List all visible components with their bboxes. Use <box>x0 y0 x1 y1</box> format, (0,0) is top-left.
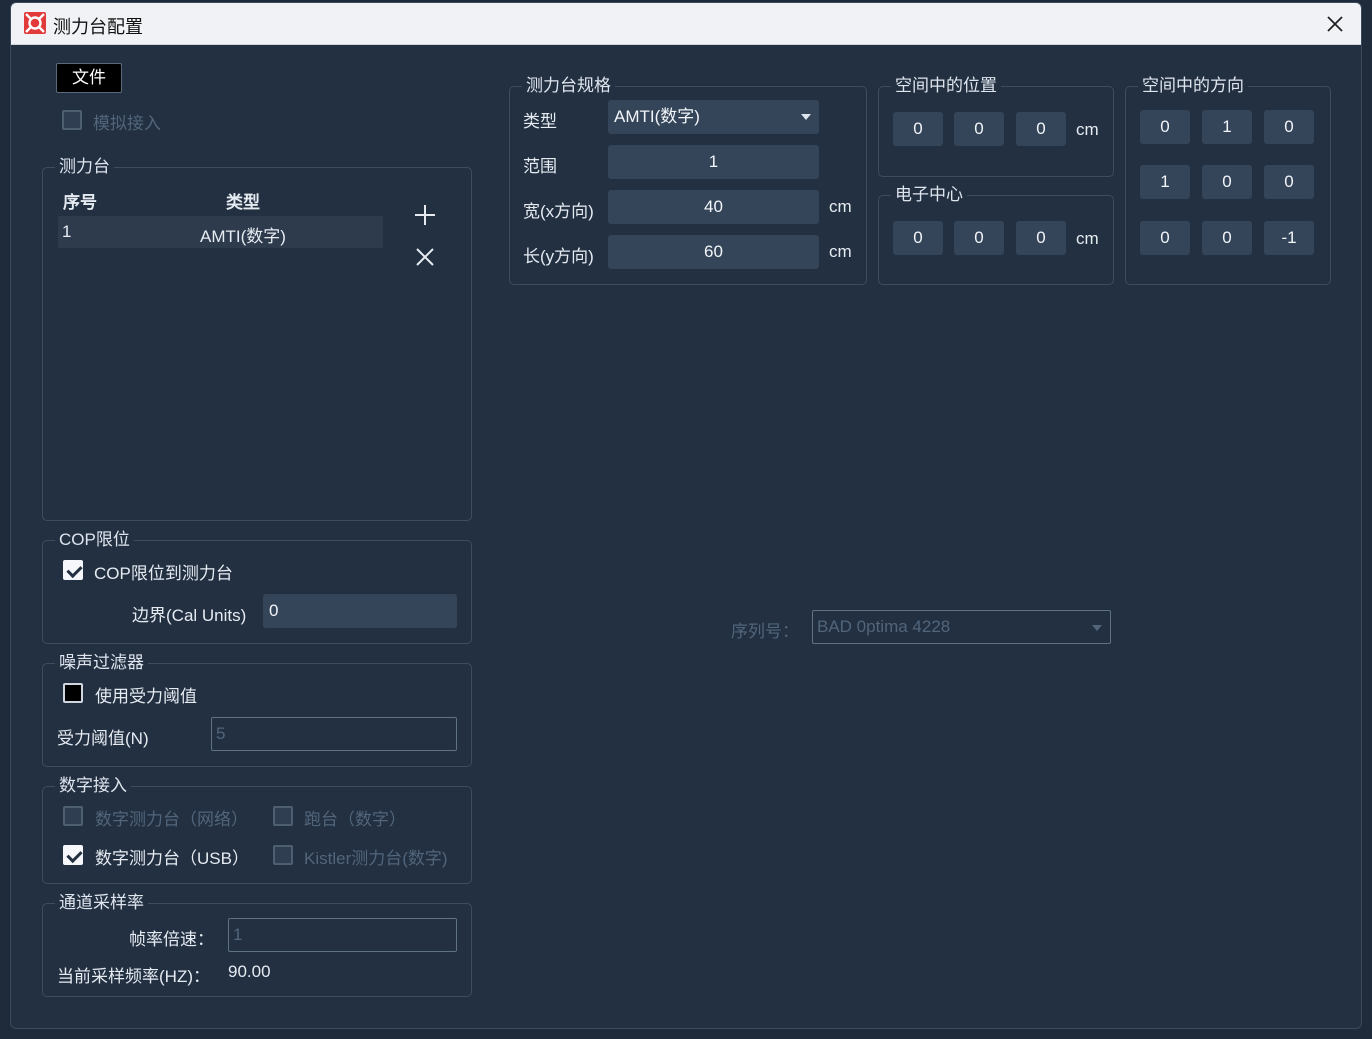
multiplier-label: 帧率倍速： <box>129 930 214 949</box>
center-z-input[interactable]: 0 <box>1016 221 1066 255</box>
center-y-input[interactable]: 0 <box>954 221 1004 255</box>
current-rate-label: 当前采样频率(HZ)： <box>57 967 210 986</box>
position-z-input[interactable]: 0 <box>1016 112 1066 146</box>
length-label: 长(y方向) <box>523 247 594 266</box>
noise-group-title: 噪声过滤器 <box>55 652 148 674</box>
range-input[interactable]: 1 <box>608 145 819 179</box>
orientation-cell[interactable]: 1 <box>1140 165 1190 199</box>
electric-center-group-title: 电子中心 <box>891 184 967 206</box>
orientation-cell[interactable]: 0 <box>1264 165 1314 199</box>
position-x-input[interactable]: 0 <box>893 112 943 146</box>
serial-dropdown[interactable]: BAD 0ptima 4228 <box>812 610 1111 644</box>
remove-icon[interactable] <box>414 246 436 268</box>
cop-group: COP限位 <box>42 529 472 644</box>
simulate-label: 模拟接入 <box>93 114 161 133</box>
threshold-input[interactable]: 5 <box>211 717 457 751</box>
usb-plate-label: 数字测力台（USB） <box>95 849 249 868</box>
kistler-label: Kistler测力台(数字) <box>304 849 448 868</box>
close-icon[interactable] <box>1321 10 1349 38</box>
net-plate-label: 数字测力台（网络） <box>95 810 248 829</box>
cop-group-title: COP限位 <box>55 529 134 551</box>
border-input[interactable]: 0 <box>263 594 457 628</box>
use-threshold-label: 使用受力阈值 <box>95 687 197 706</box>
orientation-cell[interactable]: 0 <box>1202 165 1252 199</box>
threshold-label: 受力阈值(N) <box>57 729 149 748</box>
position-group-title: 空间中的位置 <box>891 75 1001 97</box>
position-y-input[interactable]: 0 <box>954 112 1004 146</box>
width-input[interactable]: 40 <box>608 190 819 224</box>
position-unit: cm <box>1076 120 1099 139</box>
orientation-cell[interactable]: 0 <box>1140 221 1190 255</box>
width-label: 宽(x方向) <box>523 202 594 221</box>
title-bar: 测力台配置 <box>11 3 1361 45</box>
orientation-cell[interactable]: 0 <box>1202 221 1252 255</box>
chevron-down-icon <box>1092 625 1102 631</box>
type-label: 类型 <box>523 112 557 131</box>
noise-group: 噪声过滤器 <box>42 652 472 767</box>
border-label: 边界(Cal Units) <box>132 606 247 625</box>
orientation-cell[interactable]: -1 <box>1264 221 1314 255</box>
force-plate-config-window: 测力台配置 文件 模拟接入 测力台 序号 类型 1 AMTI(数字) COP限位… <box>10 2 1362 1029</box>
net-plate-checkbox[interactable] <box>63 806 83 826</box>
type-dropdown[interactable]: AMTI(数字) <box>608 100 819 134</box>
type-dropdown-value: AMTI(数字) <box>614 107 700 126</box>
use-threshold-checkbox[interactable] <box>63 683 83 703</box>
add-icon[interactable] <box>413 203 437 227</box>
orientation-cell[interactable]: 0 <box>1264 110 1314 144</box>
sampling-group-title: 通道采样率 <box>55 892 148 914</box>
center-x-input[interactable]: 0 <box>893 221 943 255</box>
row-index: 1 <box>62 222 72 241</box>
cop-limit-label: COP限位到测力台 <box>94 564 233 583</box>
column-header-index: 序号 <box>63 193 97 212</box>
digital-group: 数字接入 <box>42 775 472 884</box>
usb-plate-checkbox[interactable] <box>63 845 83 865</box>
spec-group-title: 测力台规格 <box>522 75 615 97</box>
plates-group-title: 测力台 <box>55 156 114 178</box>
range-label: 范围 <box>523 157 557 176</box>
multiplier-input[interactable]: 1 <box>228 918 457 952</box>
window-title: 测力台配置 <box>53 17 143 37</box>
app-logo-icon <box>24 12 46 34</box>
row-type: AMTI(数字) <box>200 227 286 246</box>
cop-limit-checkbox[interactable] <box>63 560 83 580</box>
length-unit: cm <box>829 242 852 261</box>
serial-value: BAD 0ptima 4228 <box>817 617 951 636</box>
orientation-cell[interactable]: 1 <box>1202 110 1252 144</box>
kistler-checkbox[interactable] <box>273 845 293 865</box>
treadmill-checkbox[interactable] <box>273 806 293 826</box>
digital-group-title: 数字接入 <box>55 775 131 797</box>
width-unit: cm <box>829 197 852 216</box>
orientation-cell[interactable]: 0 <box>1140 110 1190 144</box>
simulate-checkbox[interactable] <box>62 110 82 130</box>
orientation-group-title: 空间中的方向 <box>1138 75 1248 97</box>
current-rate-value: 90.00 <box>228 962 271 981</box>
treadmill-label: 跑台（数字） <box>304 810 406 829</box>
chevron-down-icon <box>801 114 811 120</box>
center-unit: cm <box>1076 229 1099 248</box>
file-button[interactable]: 文件 <box>56 63 122 93</box>
serial-label: 序列号： <box>731 622 799 641</box>
length-input[interactable]: 60 <box>608 235 819 269</box>
column-header-type: 类型 <box>226 193 260 212</box>
table-row[interactable]: 1 AMTI(数字) <box>58 216 383 248</box>
